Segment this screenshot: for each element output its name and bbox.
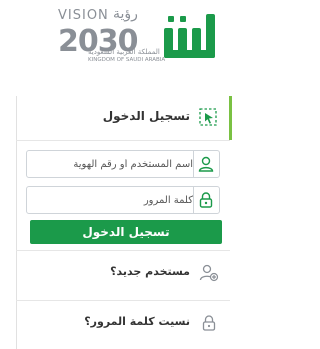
password-input[interactable] [29, 187, 197, 213]
forgot-password-link[interactable]: نسيت كلمة المرور؟ [84, 315, 190, 328]
password-field [26, 186, 220, 214]
new-user-link[interactable]: مستخدم جديد؟ [110, 265, 190, 278]
absher-logo [164, 14, 215, 58]
vision-2030-logo: VISION رؤية 2030 المملكة العربية السعودي… [58, 6, 165, 70]
login-button[interactable]: تسجيل الدخول [30, 220, 222, 244]
lock-reset-icon [202, 315, 216, 331]
login-title: تسجيل الدخول [102, 109, 190, 123]
header: VISION رؤية 2030 المملكة العربية السعودي… [0, 0, 283, 90]
forgot-password-row[interactable]: نسيت كلمة المرور؟ [16, 300, 230, 345]
kingdom-label-ar: المملكة العربية السعودية [88, 48, 160, 56]
field-separator [193, 187, 194, 213]
user-icon [198, 156, 214, 172]
vision-label: VISION [58, 8, 109, 23]
login-title-row: تسجيل الدخول [16, 96, 230, 141]
lock-icon [199, 192, 213, 208]
login-cursor-icon [199, 108, 217, 126]
add-user-icon [199, 264, 219, 282]
new-user-row[interactable]: مستخدم جديد؟ [16, 250, 230, 295]
username-field [26, 150, 220, 178]
username-input[interactable] [29, 151, 197, 177]
kingdom-label-en: KINGDOM OF SAUDI ARABIA [88, 57, 166, 63]
field-separator [193, 151, 194, 177]
vision-label-ar: رؤية [113, 6, 138, 22]
